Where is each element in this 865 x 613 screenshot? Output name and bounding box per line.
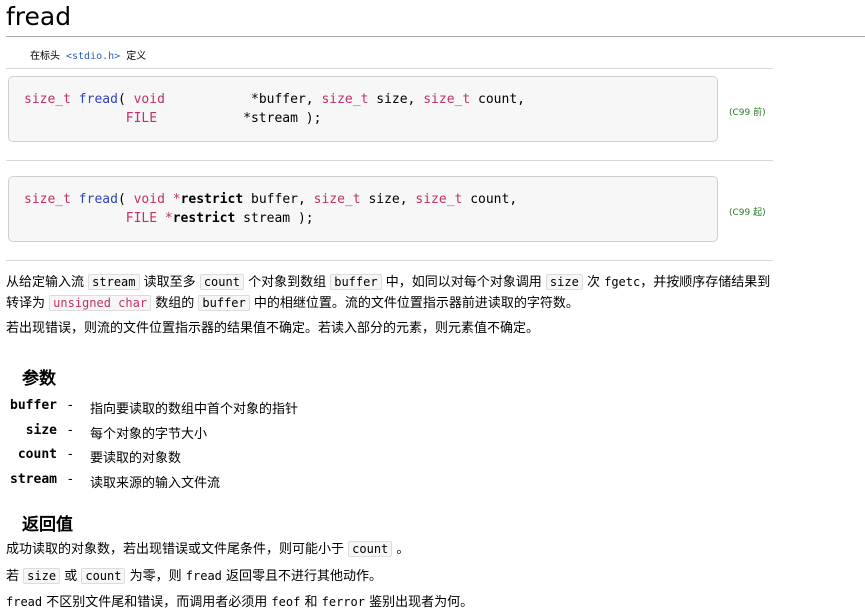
header-file-link[interactable]: <stdio.h>: [66, 51, 120, 62]
param-name: count: [17, 447, 57, 462]
version-badge: (C99 前): [729, 108, 766, 118]
param-dash: -: [68, 398, 73, 413]
divider: [6, 260, 773, 261]
signature-line-2: FILE *stream );: [125, 111, 322, 126]
title-divider: [6, 36, 865, 37]
signature-line-1: size_t fread( void *buffer, size_t size,…: [24, 92, 525, 107]
page-title: fread: [6, 2, 72, 31]
param-desc: 每个对象的字节大小: [90, 427, 208, 442]
param-dash: -: [68, 447, 73, 462]
version-badge: (C99 起): [729, 208, 766, 218]
header-suffix: 定义: [126, 51, 147, 62]
param-desc: 指向要读取的数组中首个对象的指针: [90, 402, 299, 417]
signature-box-c99: size_t fread( void *restrict buffer, siz…: [8, 176, 718, 242]
signature-line-2: FILE *restrict stream );: [125, 211, 314, 226]
section-title-return: 返回值: [22, 515, 73, 535]
return-paragraph: 若 size 或 count 为零，则 fread 返回零且不进行其他动作。: [6, 568, 383, 584]
return-paragraph: fread 不区别文件尾和错误，而调用者必须用 feof 和 ferror 鉴别…: [6, 595, 474, 610]
header-prefix: 在标头: [30, 51, 60, 62]
param-dash: -: [68, 423, 73, 438]
signature-box-pre-c99: size_t fread( void *buffer, size_t size,…: [8, 76, 718, 142]
signature-line-1: size_t fread( void *restrict buffer, siz…: [24, 192, 518, 207]
fread-link[interactable]: fread: [79, 92, 118, 107]
return-paragraph: 成功读取的对象数，若出现错误或文件尾条件，则可能小于 count 。: [6, 541, 410, 557]
fread-link[interactable]: fread: [79, 192, 118, 207]
param-dash: -: [68, 472, 73, 487]
description-paragraph: 从给定输入流 stream 读取至多 count 个对象到数组 buffer 中…: [6, 274, 771, 311]
ferror-link[interactable]: ferror: [322, 595, 365, 609]
param-desc: 要读取的对象数: [90, 451, 182, 466]
param-name: buffer: [10, 398, 57, 413]
feof-link[interactable]: feof: [271, 595, 300, 609]
divider: [6, 68, 773, 69]
description-paragraph: 若出现错误，则流的文件位置指示器的结果值不确定。若读入部分的元素，则元素值不确定…: [6, 321, 540, 336]
header-definition: 在标头 <stdio.h> 定义: [30, 47, 146, 62]
param-name: size: [25, 423, 57, 438]
section-title-params: 参数: [22, 369, 56, 389]
param-desc: 读取来源的输入文件流: [90, 476, 221, 491]
param-name: stream: [10, 472, 57, 487]
fgetc-link[interactable]: fgetc: [604, 275, 640, 289]
divider: [6, 160, 773, 161]
